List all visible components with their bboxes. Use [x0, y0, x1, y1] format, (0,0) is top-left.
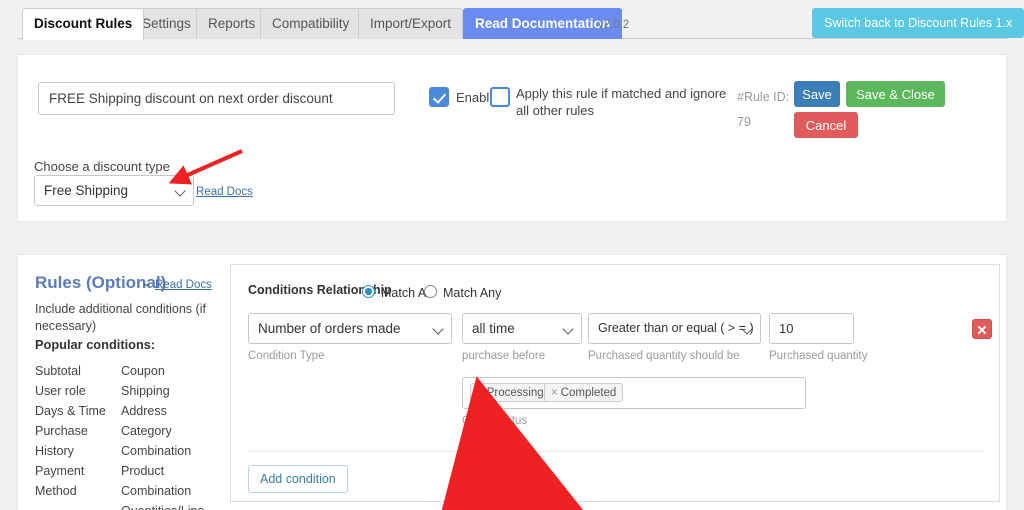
radio-match-all[interactable]	[362, 285, 375, 298]
discount-type-value: Free Shipping	[44, 183, 129, 198]
conditions-divider	[248, 451, 984, 452]
condition-link-shipping-address[interactable]: Shipping Address	[121, 381, 193, 421]
delete-condition-button[interactable]	[972, 319, 992, 339]
chevron-down-icon	[174, 185, 186, 197]
quantity-input[interactable]	[769, 313, 854, 344]
condition-link-quantities-line[interactable]: Quantities/Line	[121, 501, 204, 510]
comparator-select[interactable]: Greater than or equal ( > = )	[588, 313, 761, 344]
condition-link-user-role[interactable]: User role	[35, 381, 127, 401]
order-status-tag-completed[interactable]: × Completed	[544, 383, 624, 402]
page-root: Discount Rules Settings Reports Compatib…	[0, 0, 1024, 510]
condition-link-product-combination[interactable]: Product Combination	[121, 461, 193, 501]
rule-form-panel: Enable? Apply this rule if matched and i…	[17, 54, 1007, 222]
rule-id-value: 79	[737, 115, 751, 129]
chevron-down-icon	[432, 323, 444, 335]
add-condition-button[interactable]: Add condition	[248, 465, 348, 493]
popular-conditions-column-1: Subtotal User role Days & Time Purchase …	[35, 361, 127, 501]
order-status-tag-processing[interactable]: × Processing	[470, 383, 551, 402]
rules-read-docs-link[interactable]: Read Docs	[155, 279, 212, 291]
popular-conditions-label: Popular conditions:	[35, 337, 156, 352]
cancel-button[interactable]: Cancel	[794, 112, 858, 138]
version-label: v2.0.2	[598, 19, 630, 31]
order-status-multiselect[interactable]: × Processing × Completed	[462, 377, 806, 409]
save-button[interactable]: Save	[794, 81, 840, 107]
enable-checkbox[interactable]	[429, 87, 449, 107]
save-and-close-button[interactable]: Save & Close	[846, 81, 945, 107]
condition-type-value: Number of orders made	[258, 321, 401, 336]
discount-type-select[interactable]: Free Shipping	[34, 175, 194, 206]
condition-link-subtotal[interactable]: Subtotal	[35, 361, 127, 381]
popular-conditions-column-2: Coupon Shipping Address Category Combina…	[121, 361, 204, 510]
order-status-hint: Order Status	[462, 415, 528, 427]
switch-back-button[interactable]: Switch back to Discount Rules 1.x	[812, 8, 1024, 38]
rules-heading-dash: -	[144, 276, 149, 293]
condition-link-category-combination[interactable]: Category Combination	[121, 421, 193, 461]
comparator-value: Greater than or equal ( > = )	[598, 321, 754, 335]
rules-panel: Rules (Optional) - Read Docs Include add…	[17, 254, 1007, 510]
tag-remove-icon[interactable]: ×	[477, 387, 484, 399]
tab-compatibility[interactable]: Compatibility	[260, 8, 362, 39]
rule-id-label: #Rule ID:	[737, 90, 790, 104]
radio-match-any-label: Match Any	[443, 286, 502, 300]
purchase-before-hint: purchase before	[462, 350, 546, 362]
condition-link-purchase-history[interactable]: Purchase History	[35, 421, 127, 461]
radio-match-any[interactable]	[424, 285, 437, 298]
tab-import-export[interactable]: Import/Export	[358, 8, 464, 39]
tab-bar: Discount Rules Settings Reports Compatib…	[0, 0, 1024, 40]
rule-title-input[interactable]	[38, 82, 395, 115]
condition-type-hint: Condition Type	[248, 350, 325, 362]
exclusive-checkbox[interactable]	[490, 87, 510, 107]
condition-link-payment-method[interactable]: Payment Method	[35, 461, 85, 501]
discount-type-read-docs-link[interactable]: Read Docs	[196, 186, 253, 198]
condition-link-days-time[interactable]: Days & Time	[35, 401, 127, 421]
discount-type-label: Choose a discount type	[34, 159, 170, 174]
tag-remove-icon[interactable]: ×	[551, 387, 558, 399]
exclusive-label: Apply this rule if matched and ignore al…	[516, 86, 727, 118]
chevron-down-icon	[562, 323, 574, 335]
condition-link-coupon[interactable]: Coupon	[121, 361, 193, 381]
conditions-box: Conditions Relationship Match All Match …	[230, 264, 1000, 502]
comparator-hint: Purchased quantity should be	[588, 350, 740, 362]
order-status-tag-label: Processing	[486, 387, 544, 399]
order-status-tag-label: Completed	[560, 387, 617, 399]
purchase-before-value: all time	[472, 321, 515, 336]
tab-reports[interactable]: Reports	[196, 8, 268, 39]
quantity-hint: Purchased quantity	[769, 350, 868, 362]
purchase-before-select[interactable]: all time	[462, 313, 582, 344]
condition-type-select[interactable]: Number of orders made	[248, 313, 452, 344]
rules-subtitle: Include additional conditions (if necess…	[35, 302, 206, 333]
tab-discount-rules[interactable]: Discount Rules	[22, 8, 145, 40]
